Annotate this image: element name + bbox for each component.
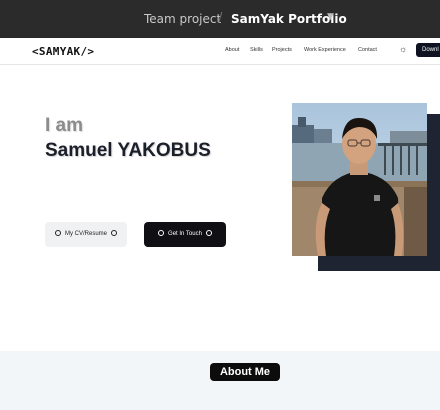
editor-topbar: Team project / SamYak Portfolio ▼ bbox=[0, 0, 440, 38]
dot-icon bbox=[158, 230, 165, 237]
dot-icon bbox=[205, 230, 212, 237]
site-navbar: <SAMYAK/> About Skills Projects Work Exp… bbox=[0, 38, 440, 65]
nav-link-skills[interactable]: Skills bbox=[250, 47, 263, 53]
hero-intro: I am bbox=[45, 115, 84, 136]
about-me-heading: About Me bbox=[210, 363, 280, 381]
nav-link-about[interactable]: About bbox=[225, 47, 239, 53]
breadcrumb-separator: / bbox=[218, 11, 223, 26]
nav-link-projects[interactable]: Projects bbox=[272, 47, 292, 53]
nav-link-work-experience[interactable]: Work Experience bbox=[304, 47, 346, 53]
hero-name: Samuel YAKOBUS bbox=[45, 140, 211, 161]
nav-link-contact[interactable]: Contact bbox=[358, 47, 377, 53]
get-in-touch-button[interactable]: Get In Touch bbox=[144, 222, 226, 247]
dot-icon bbox=[54, 230, 61, 237]
download-button[interactable]: Downl bbox=[416, 43, 440, 57]
cv-resume-button[interactable]: My CV/Resume bbox=[45, 222, 127, 247]
breadcrumb-team[interactable]: Team project bbox=[144, 12, 221, 26]
chevron-down-icon[interactable]: ▼ bbox=[327, 12, 334, 22]
sun-icon[interactable]: ☼ bbox=[399, 44, 407, 54]
profile-photo bbox=[292, 103, 427, 256]
get-in-touch-label: Get In Touch bbox=[168, 231, 202, 237]
dot-icon bbox=[111, 230, 117, 237]
cv-resume-label: My CV/Resume bbox=[64, 231, 107, 237]
site-logo[interactable]: <SAMYAK/> bbox=[32, 45, 94, 58]
